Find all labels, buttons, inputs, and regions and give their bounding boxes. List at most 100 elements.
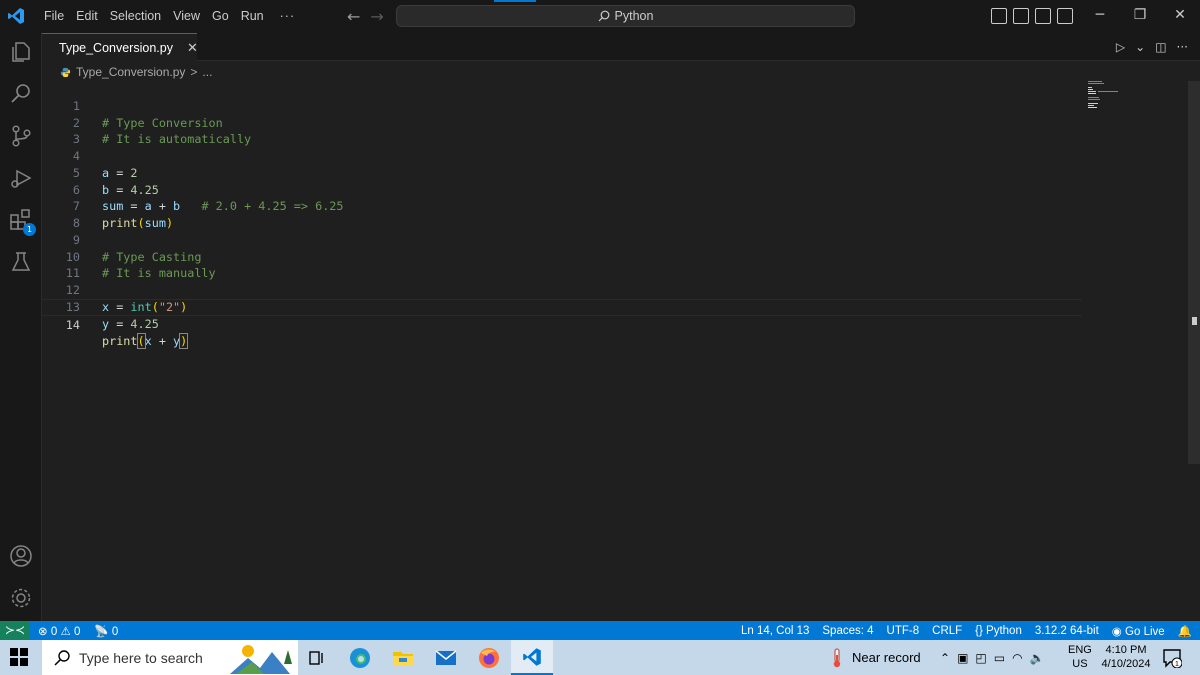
code-line: 6 sum = a + b # 2.0 + 4.25 => 6.25 [42, 165, 1082, 214]
code-line: 11 [42, 249, 1082, 280]
task-view-icon[interactable] [296, 640, 338, 675]
menu-bar: File Edit Selection View Go Run ··· [38, 0, 301, 33]
clock-time: 4:10 PM [1105, 644, 1147, 656]
volume-icon[interactable]: 🔈 [1030, 651, 1045, 665]
command-center-label: Python [614, 9, 654, 23]
go-live-label: Go Live [1125, 625, 1165, 638]
tray-meet-icon[interactable]: ◰ [975, 651, 986, 665]
nav-arrows: ← → [347, 0, 384, 33]
notifications-bell-icon[interactable]: 🔔 [1178, 624, 1192, 638]
run-python-file-icon[interactable]: ▷ [1116, 40, 1125, 54]
weather-widget[interactable]: Near record [830, 640, 921, 675]
close-button[interactable]: ✕ [1160, 0, 1200, 33]
toggle-panel-icon[interactable] [1013, 8, 1029, 24]
taskbar-clock[interactable]: 4:10 PM 4/10/2024 [1098, 643, 1154, 671]
ports-status[interactable]: 📡 0 [94, 624, 118, 638]
menu-go[interactable]: Go [206, 0, 235, 33]
toggle-primary-sidebar-icon[interactable] [991, 8, 1007, 24]
menu-run[interactable]: Run [235, 0, 270, 33]
lang-code: ENG [1068, 644, 1092, 656]
minimize-button[interactable]: ─ [1080, 0, 1120, 33]
code-text: y = 4.25 [102, 316, 159, 333]
broadcast-icon: ◉ [1111, 625, 1126, 638]
code-line: 13 y = 4.25 [42, 282, 1082, 331]
run-debug-icon[interactable] [8, 165, 34, 191]
code-text: print(x + y) [102, 333, 189, 350]
forward-arrow-icon[interactable]: → [370, 7, 383, 26]
menu-file[interactable]: File [38, 0, 70, 33]
wifi-icon[interactable]: ◠ [1012, 651, 1022, 665]
code-line: 10 # It is manually [42, 232, 1082, 281]
run-menu-chevron-icon[interactable]: ⌄ [1135, 40, 1145, 54]
go-live-button[interactable]: ◉ Go Live [1112, 624, 1165, 638]
current-code-line: 14 print(x + y) [42, 298, 1082, 350]
toggle-secondary-sidebar-icon[interactable] [1035, 8, 1051, 24]
operator: = [109, 316, 131, 331]
vscode-taskbar-icon[interactable] [511, 640, 553, 675]
testing-icon[interactable] [8, 249, 34, 275]
title-bar: File Edit Selection View Go Run ··· ← → … [0, 0, 1200, 33]
edge-browser-icon[interactable] [339, 640, 381, 675]
vertical-scrollbar[interactable] [1188, 81, 1200, 464]
source-control-icon[interactable] [8, 123, 34, 149]
code-line: 9 # Type Casting [42, 215, 1082, 264]
cursor-position[interactable]: Ln 14, Col 13 [741, 625, 809, 637]
menu-edit[interactable]: Edit [70, 0, 104, 33]
search-icon[interactable] [8, 81, 34, 107]
restore-button[interactable]: ❐ [1120, 0, 1160, 33]
more-actions-icon[interactable]: ··· [1177, 40, 1188, 54]
minimap[interactable] [1088, 81, 1128, 111]
code-editor[interactable]: 1 # Type Conversion 2 # It is automatica… [42, 81, 1188, 621]
activity-bar: 1 [0, 33, 42, 621]
code-line: 4 a = 2 [42, 131, 1082, 180]
remote-indicator[interactable]: ≻≺ [0, 621, 30, 640]
language-mode[interactable]: {} Python [975, 625, 1022, 637]
python-interpreter[interactable]: 3.12.2 64-bit [1035, 625, 1099, 637]
search-placeholder: Type here to search [79, 649, 203, 666]
tab-close-icon[interactable]: ✕ [187, 40, 198, 56]
back-arrow-icon[interactable]: ← [347, 7, 360, 26]
indentation[interactable]: Spaces: 4 [822, 625, 873, 637]
code-line: 5 b = 4.25 [42, 148, 1082, 197]
end-of-line[interactable]: CRLF [932, 625, 962, 637]
notification-center-icon[interactable]: 1 [1162, 648, 1182, 668]
variable: x [144, 334, 152, 349]
notification-count: 1 [1175, 661, 1179, 668]
account-icon[interactable] [8, 543, 34, 569]
customize-layout-icon[interactable] [1057, 8, 1073, 24]
windows-start-icon[interactable] [10, 648, 28, 666]
breadcrumb-file[interactable]: Type_Conversion.py [76, 65, 185, 79]
line-number: 14 [65, 317, 80, 332]
explorer-icon[interactable] [8, 39, 34, 65]
matched-bracket: ) [179, 333, 189, 350]
mail-glyph-icon [435, 649, 457, 665]
code-line: 3 [42, 115, 1082, 146]
function-name: print [102, 334, 138, 349]
firefox-icon[interactable] [468, 640, 510, 675]
tab-label: Type_Conversion.py [59, 40, 173, 55]
menu-selection[interactable]: Selection [104, 0, 167, 33]
breadcrumb-symbols[interactable]: ... [202, 65, 212, 79]
mail-icon[interactable] [425, 640, 467, 675]
problems-status[interactable]: ⊗ 0 ⚠ 0 [38, 624, 80, 638]
split-editor-icon[interactable]: ◫ [1155, 40, 1166, 54]
code-line: 7 print(sum) [42, 182, 1082, 230]
file-explorer-icon[interactable] [382, 640, 424, 675]
tray-chevron-up-icon[interactable]: ⌃ [940, 651, 950, 665]
vscode-logo-icon [8, 8, 24, 24]
command-center-accent [494, 0, 536, 2]
tray-app-icon[interactable]: ▣ [957, 651, 968, 665]
warnings-count: ⚠ 0 [60, 625, 81, 638]
settings-gear-icon[interactable] [8, 585, 34, 611]
clock-date: 4/10/2024 [1101, 658, 1151, 670]
menu-view[interactable]: View [167, 0, 206, 33]
task-view-glyph-icon [309, 650, 323, 665]
battery-icon[interactable]: ▭ [994, 651, 1005, 665]
search-icon [54, 649, 70, 666]
menu-more[interactable]: ··· [270, 0, 302, 33]
tab-type-conversion[interactable]: Type_Conversion.py ✕ [42, 33, 198, 61]
command-center-search[interactable]: Python [396, 0, 855, 27]
input-language[interactable]: ENG US [1068, 643, 1092, 671]
file-encoding[interactable]: UTF-8 [887, 625, 920, 637]
breadcrumb-separator: > [190, 65, 198, 79]
